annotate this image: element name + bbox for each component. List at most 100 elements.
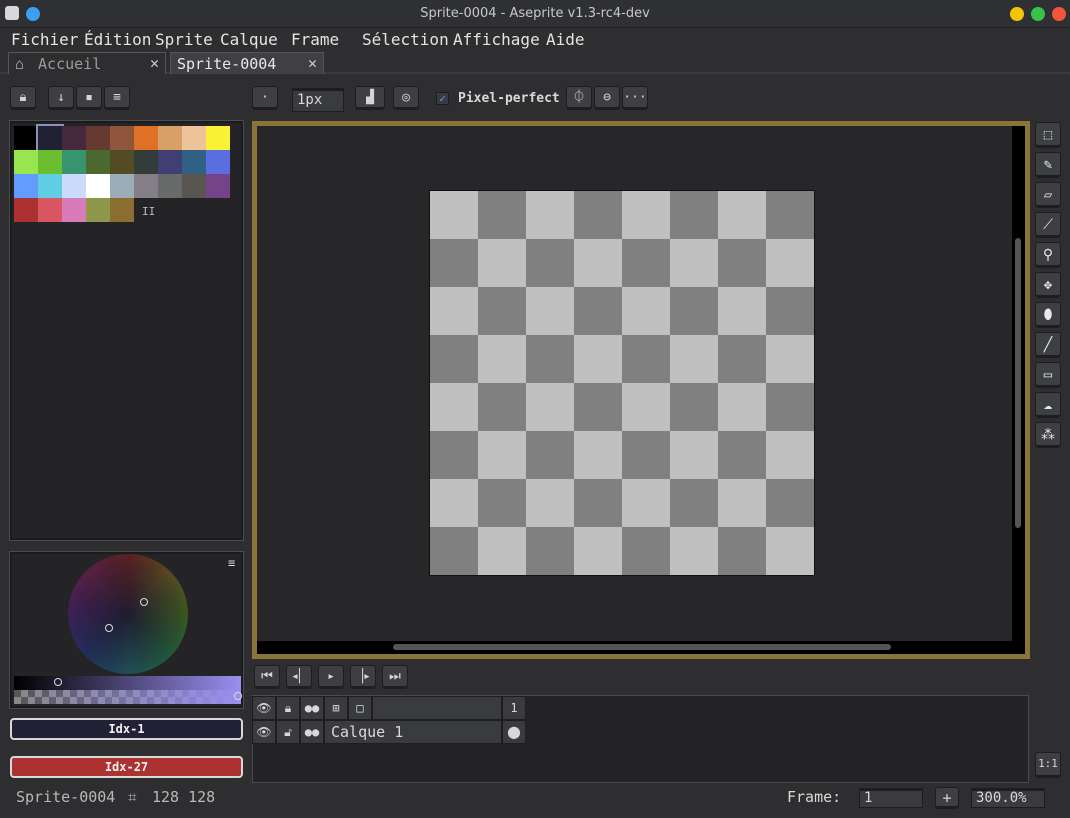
palette-swatch[interactable] [36,124,64,152]
palette-swatch[interactable] [86,150,110,174]
ink-button[interactable]: ▟ [355,86,385,110]
wheel-options-icon[interactable]: ≡ [228,556,235,570]
continuous-icon[interactable]: ●● [300,696,324,720]
cel-icon[interactable]: ⬤ [502,720,526,744]
palette-swatch[interactable] [62,126,86,150]
continuous-icon[interactable]: ●● [300,720,324,744]
palette-swatch[interactable] [86,174,110,198]
menu-affichage[interactable]: Affichage [453,30,540,49]
palette-swatch[interactable] [14,198,38,222]
minimize-button[interactable] [1010,7,1024,21]
lock-icon[interactable]: 🔓︎ [276,720,300,744]
palette-swatch[interactable] [14,150,38,174]
next-frame-button[interactable]: ▕▸ [350,665,376,689]
hue-picker-icon[interactable] [140,598,148,606]
menu-edition[interactable]: Édition [84,30,151,49]
eraser-tool-button[interactable]: ▱ [1035,182,1061,208]
value-slider-handle-icon[interactable] [54,678,62,686]
palette-swatch[interactable] [182,126,206,150]
palette-swatch[interactable] [206,150,230,174]
paint-bucket-tool-button[interactable]: ⬮ [1035,302,1061,328]
frame-input[interactable]: 1 [859,788,923,808]
square-icon[interactable]: □ [348,696,372,720]
menu-frame[interactable]: Frame [291,30,339,49]
zoom-tool-button[interactable]: ⚲ [1035,242,1061,268]
menu-aide[interactable]: Aide [546,30,585,49]
palette-presets-button[interactable]: ▪ [76,86,102,110]
sprite-canvas[interactable] [429,190,815,576]
previous-frame-button[interactable]: ◂▏ [286,665,312,689]
menu-sprite[interactable]: Sprite [155,30,213,49]
background-color-button[interactable]: Idx-27 [10,756,243,778]
palette-swatch[interactable] [182,150,206,174]
more-options-button[interactable]: ··· [622,86,648,110]
palette-swatch[interactable] [38,174,62,198]
brush-type-button[interactable]: · [252,86,278,110]
lock-palette-button[interactable]: 🔒︎ [10,86,36,110]
eyedropper-tool-button[interactable]: ⟋ [1035,212,1061,238]
menu-fichier[interactable]: Fichier [11,30,78,49]
palette-swatch[interactable] [62,174,86,198]
palette-swatch[interactable] [38,198,62,222]
close-icon[interactable]: ✕ [150,54,159,72]
horizontal-scrollbar-thumb[interactable] [393,644,891,650]
sort-palette-button[interactable]: ↓ [48,86,74,110]
palette-swatch[interactable] [62,150,86,174]
close-window-button[interactable] [1052,7,1066,21]
menu-selection[interactable]: Sélection [362,30,449,49]
brush-size-field[interactable]: 1px [292,88,344,112]
tab-sprite[interactable]: Sprite-0004 ✕ [170,52,324,74]
stabilizer-button[interactable]: ⊖ [594,86,620,110]
color-wheel[interactable] [68,554,188,674]
pixel-perfect-checkbox[interactable]: ✓ [436,92,449,105]
horizontal-scrollbar[interactable] [257,641,1012,654]
canvas-area[interactable] [257,126,1025,654]
palette-swatch[interactable] [110,150,134,174]
alpha-slider-handle-icon[interactable] [234,692,242,700]
palette-swatch[interactable] [134,126,158,150]
eye-icon[interactable]: 👁︎ [252,696,276,720]
lock-icon[interactable]: 🔒︎ [276,696,300,720]
palette-swatch[interactable] [158,174,182,198]
harmony-picker-icon[interactable] [105,624,113,632]
resize-handle-icon[interactable]: II [142,205,155,218]
canvas-editor[interactable] [252,121,1030,659]
palette-swatch[interactable] [14,126,38,150]
symmetry-button[interactable]: ◎ [393,86,419,110]
zoom-1to1-button[interactable]: 1:1 [1035,752,1061,778]
foreground-color-button[interactable]: Idx-1 [10,718,243,740]
maximize-button[interactable] [1031,7,1045,21]
palette-swatch[interactable] [158,150,182,174]
palette-options-button[interactable]: ≡ [104,86,130,110]
pencil-tool-button[interactable]: ✎ [1035,152,1061,178]
menu-calque[interactable]: Calque [220,30,278,49]
palette-swatch[interactable] [206,126,230,150]
add-frame-button[interactable]: + [935,787,959,809]
alpha-slider[interactable] [14,690,241,704]
palette-swatch[interactable] [86,198,110,222]
palette-swatch[interactable] [14,174,38,198]
layer-name[interactable]: Calque 1 [324,720,502,744]
palette-swatch[interactable] [110,174,134,198]
dynamics-button[interactable]: ⏀ [566,86,592,110]
rectangle-tool-button[interactable]: ▭ [1035,362,1061,388]
move-tool-button[interactable]: ✥ [1035,272,1061,298]
vertical-scrollbar[interactable] [1012,126,1025,654]
first-frame-button[interactable]: ⏮ [254,665,280,689]
palette-swatch[interactable] [62,198,86,222]
palette-swatch[interactable] [158,126,182,150]
vertical-scrollbar-thumb[interactable] [1015,238,1021,528]
palette-swatch[interactable] [206,174,230,198]
close-icon[interactable]: ✕ [308,54,317,72]
value-slider[interactable] [14,676,241,690]
palette-swatch[interactable] [182,174,206,198]
palette-swatch[interactable] [134,150,158,174]
palette-swatch[interactable] [110,126,134,150]
spray-tool-button[interactable]: ⁂ [1035,422,1061,448]
blur-tool-button[interactable]: ☁ [1035,392,1061,418]
last-frame-button[interactable]: ⏭ [382,665,408,689]
eye-icon[interactable]: 👁︎ [252,720,276,744]
palette-swatch[interactable] [134,174,158,198]
layers-tree-icon[interactable]: ⊞ [324,696,348,720]
play-button[interactable]: ▸ [318,665,344,689]
